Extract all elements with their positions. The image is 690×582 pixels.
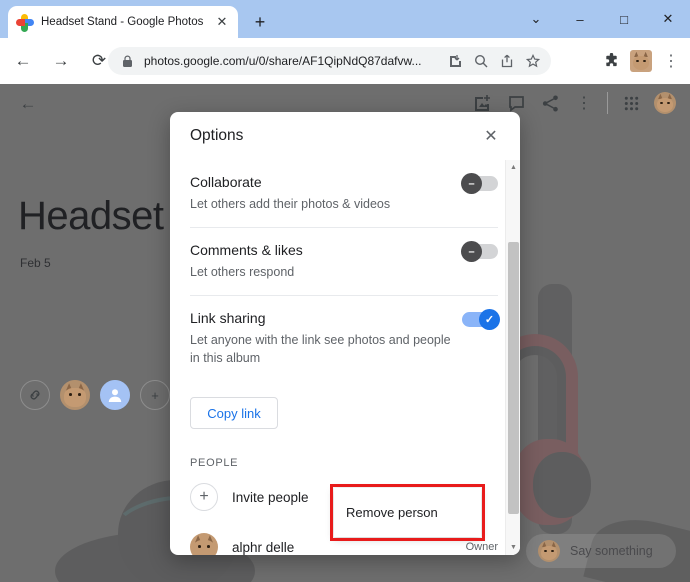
forward-icon[interactable]: →: [46, 46, 76, 76]
maximize-icon[interactable]: □: [602, 0, 646, 38]
tab-strip: Headset Stand - Google Photos ✕ + ⌄ – □ …: [0, 0, 690, 38]
cat-avatar: [190, 533, 218, 555]
browser-menu-icon[interactable]: ⋮: [656, 46, 686, 76]
address-bar[interactable]: photos.google.com/u/0/share/AF1QipNdQ87d…: [108, 47, 551, 75]
option-row-comments-likes: Comments & likes Let others respond –: [190, 228, 498, 296]
share-icon[interactable]: [533, 86, 567, 120]
url-text: photos.google.com/u/0/share/AF1QipNdQ87d…: [144, 54, 422, 68]
remove-person-menu: Remove person: [334, 488, 481, 537]
google-photos-icon: [16, 14, 34, 32]
person-avatar-chip[interactable]: [100, 380, 130, 410]
close-window-icon[interactable]: ✕: [646, 0, 690, 38]
comment-bar[interactable]: Say something: [526, 534, 676, 568]
bookmark-star-icon[interactable]: [521, 49, 545, 73]
dialog-scrollbar[interactable]: ▲ ▼: [505, 160, 520, 555]
option-subtitle: Let others respond: [190, 265, 295, 279]
comments-likes-toggle[interactable]: –: [461, 241, 498, 262]
album-title: Headset: [18, 194, 164, 238]
cat-avatar-chip[interactable]: [60, 380, 90, 410]
copy-link-button[interactable]: Copy link: [190, 397, 278, 429]
link-chip[interactable]: [20, 380, 50, 410]
tab-title: Headset Stand - Google Photos: [41, 16, 204, 28]
install-app-icon[interactable]: [443, 49, 467, 73]
browser-tab[interactable]: Headset Stand - Google Photos ✕: [8, 6, 238, 38]
add-person-chip[interactable]: +: [140, 380, 170, 410]
browser-toolbar: ← → ⟳ photos.google.com/u/0/share/AF1Qip…: [0, 38, 690, 84]
search-icon[interactable]: [469, 49, 493, 73]
apps-grid-icon[interactable]: [614, 86, 648, 120]
option-subtitle: Let anyone with the link see photos and …: [190, 333, 451, 365]
chevron-down-icon[interactable]: ⌄: [514, 0, 558, 38]
link-sharing-toggle[interactable]: ✓: [462, 309, 500, 330]
account-avatar[interactable]: [648, 86, 682, 120]
toggle-knob: –: [461, 241, 482, 262]
dialog-title: Options: [190, 127, 244, 144]
scroll-down-arrow[interactable]: ▼: [506, 540, 520, 555]
collaborate-toggle[interactable]: –: [461, 173, 498, 194]
option-row-collaborate: Collaborate Let others add their photos …: [190, 160, 498, 228]
scroll-up-arrow[interactable]: ▲: [506, 160, 520, 175]
lock-icon: [122, 55, 133, 68]
more-options-icon[interactable]: ⋮: [567, 86, 601, 120]
close-icon[interactable]: ✕: [478, 123, 504, 149]
minimize-icon[interactable]: –: [558, 0, 602, 38]
toggle-knob: –: [461, 173, 482, 194]
toolbar-right-icons: ⋮: [596, 46, 686, 76]
comment-placeholder: Say something: [570, 544, 653, 558]
page-back-icon[interactable]: ←: [10, 86, 46, 122]
new-tab-button[interactable]: +: [248, 10, 272, 34]
option-row-link-sharing: Link sharing Let anyone with the link se…: [190, 296, 500, 381]
toggle-knob: ✓: [479, 309, 500, 330]
add-icon: +: [190, 483, 218, 511]
album-date: Feb 5: [20, 256, 51, 270]
browser-window: Headset Stand - Google Photos ✕ + ⌄ – □ …: [0, 0, 690, 582]
profile-avatar[interactable]: [626, 46, 656, 76]
share-page-icon[interactable]: [495, 49, 519, 73]
back-icon[interactable]: ←: [8, 46, 38, 76]
people-section-label: PEOPLE: [190, 457, 239, 469]
scrollbar-thumb[interactable]: [508, 242, 519, 514]
dialog-header: Options ✕: [170, 112, 520, 160]
option-title: Collaborate: [190, 174, 262, 190]
toolbar-divider: [607, 92, 608, 114]
close-tab-icon[interactable]: ✕: [214, 14, 230, 30]
person-role: Owner: [465, 541, 498, 553]
remove-person-item[interactable]: Remove person: [346, 505, 438, 520]
option-title: Link sharing: [190, 310, 266, 326]
window-controls: ⌄ – □ ✕: [514, 0, 690, 38]
option-title: Comments & likes: [190, 242, 303, 258]
option-subtitle: Let others add their photos & videos: [190, 197, 391, 211]
person-name: alphr delle: [232, 539, 295, 555]
comment-avatar: [538, 540, 560, 562]
album-member-chips: +: [20, 380, 170, 410]
extensions-icon[interactable]: [596, 46, 626, 76]
